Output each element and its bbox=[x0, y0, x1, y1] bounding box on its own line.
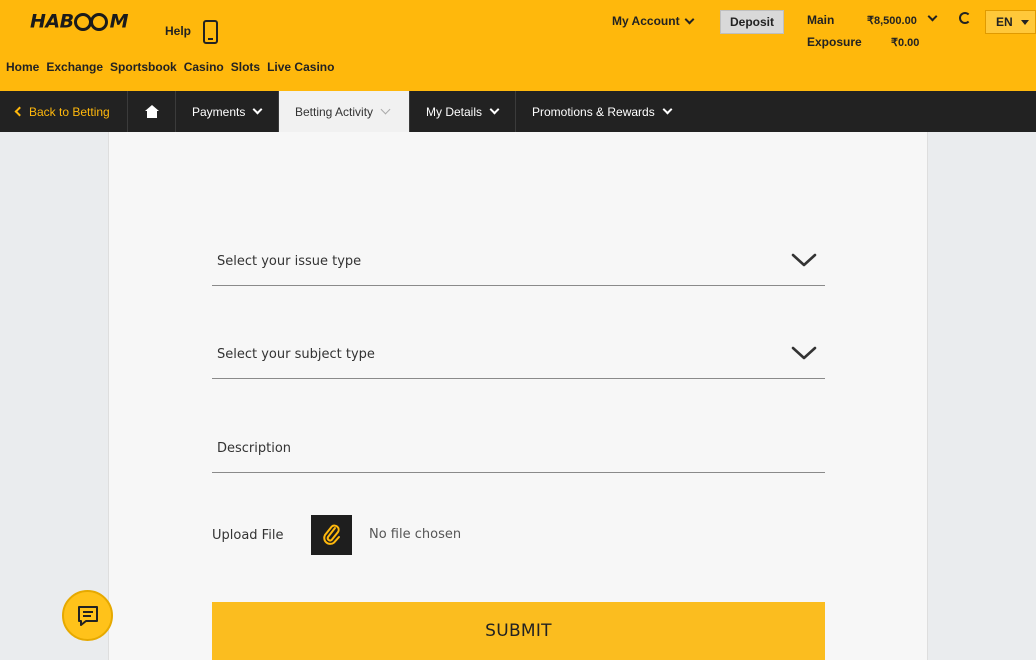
refresh-icon[interactable] bbox=[959, 12, 971, 24]
help-link[interactable]: Help bbox=[165, 24, 191, 38]
chevron-down-icon bbox=[662, 104, 673, 115]
upload-file-label: Upload File bbox=[212, 528, 284, 543]
support-form-panel: Select your issue type Select your subje… bbox=[108, 132, 928, 660]
issue-type-select[interactable]: Select your issue type bbox=[212, 236, 825, 286]
subject-type-select[interactable]: Select your subject type bbox=[212, 329, 825, 379]
logo-eyes-icon bbox=[73, 10, 110, 34]
nav-home[interactable]: Home bbox=[6, 60, 39, 74]
back-to-betting-link[interactable]: Back to Betting bbox=[0, 91, 128, 132]
exposure-value: ₹0.00 bbox=[891, 37, 920, 49]
phone-icon[interactable] bbox=[203, 20, 218, 44]
chevron-down-icon bbox=[489, 104, 500, 115]
promotions-menu[interactable]: Promotions & Rewards bbox=[516, 91, 687, 132]
description-placeholder: Description bbox=[217, 441, 292, 456]
chevron-down-icon bbox=[380, 104, 391, 115]
betting-activity-menu[interactable]: Betting Activity bbox=[279, 91, 410, 132]
upload-file-button[interactable] bbox=[311, 515, 352, 555]
nav-sportsbook[interactable]: Sportsbook bbox=[110, 60, 177, 74]
betting-activity-label: Betting Activity bbox=[295, 104, 374, 119]
nav-casino[interactable]: Casino bbox=[184, 60, 224, 74]
chevron-down-icon bbox=[684, 14, 695, 24]
promotions-label: Promotions & Rewards bbox=[532, 104, 655, 119]
logo-text-start: HAB bbox=[30, 10, 74, 33]
chevron-down-icon bbox=[252, 104, 263, 115]
submit-button[interactable]: SUBMIT bbox=[212, 602, 825, 660]
chevron-down-icon bbox=[791, 346, 817, 360]
account-subnav: Back to Betting Payments Betting Activit… bbox=[0, 91, 1036, 132]
my-details-label: My Details bbox=[426, 104, 483, 119]
subject-type-placeholder: Select your subject type bbox=[217, 347, 375, 362]
main-balance-label: Main bbox=[807, 13, 835, 27]
exposure-label: Exposure bbox=[807, 35, 862, 49]
main-nav: Home Exchange Sportsbook Casino Slots Li… bbox=[6, 60, 334, 74]
chat-button[interactable] bbox=[62, 590, 113, 641]
payments-label: Payments bbox=[192, 104, 246, 119]
deposit-button[interactable]: Deposit bbox=[720, 10, 784, 34]
logo-text-end: M bbox=[109, 10, 129, 33]
main-balance-value[interactable]: ₹8,500.00 bbox=[867, 14, 917, 27]
back-to-betting-label: Back to Betting bbox=[29, 104, 110, 119]
home-button[interactable] bbox=[128, 91, 176, 132]
issue-type-placeholder: Select your issue type bbox=[217, 254, 362, 269]
language-value: EN bbox=[996, 15, 1013, 29]
balance-chevron-down-icon[interactable] bbox=[927, 11, 938, 22]
description-field[interactable]: Description bbox=[212, 423, 825, 473]
caret-down-icon bbox=[1020, 19, 1029, 25]
nav-exchange[interactable]: Exchange bbox=[46, 60, 103, 74]
my-account-menu[interactable]: My Account bbox=[612, 14, 695, 28]
my-account-label: My Account bbox=[612, 14, 680, 28]
top-header: HAB M Help Home Exchange Sportsbook Casin… bbox=[0, 0, 1036, 91]
home-icon bbox=[144, 105, 159, 118]
chevron-left-icon bbox=[14, 106, 25, 117]
payments-menu[interactable]: Payments bbox=[176, 91, 279, 132]
language-select[interactable]: EN bbox=[985, 10, 1036, 34]
logo[interactable]: HAB M bbox=[30, 10, 129, 34]
chat-icon bbox=[77, 605, 98, 626]
nav-live-casino[interactable]: Live Casino bbox=[267, 60, 334, 74]
nav-slots[interactable]: Slots bbox=[231, 60, 260, 74]
chevron-down-icon bbox=[791, 253, 817, 267]
paperclip-icon bbox=[322, 524, 340, 545]
my-details-menu[interactable]: My Details bbox=[410, 91, 516, 132]
no-file-chosen-text: No file chosen bbox=[369, 527, 462, 542]
